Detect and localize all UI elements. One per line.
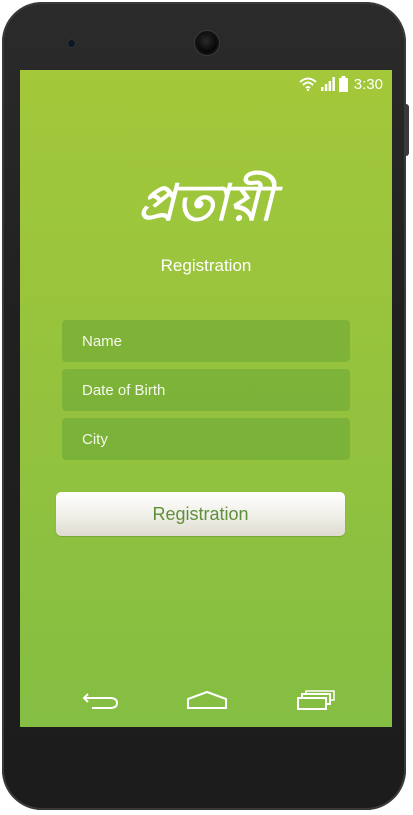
back-icon[interactable]: [80, 688, 122, 717]
city-field-container: [62, 418, 350, 460]
date-of-birth-field[interactable]: [82, 369, 350, 411]
app-screen: 3:30 প্রতায়ী Registration Registration: [20, 70, 392, 727]
registration-button[interactable]: Registration: [56, 492, 345, 536]
city-field[interactable]: [82, 418, 350, 460]
front-camera: [197, 33, 217, 53]
recents-icon[interactable]: [295, 688, 337, 717]
logo-text: প্রতায়ী: [137, 173, 275, 232]
status-time: 3:30: [353, 75, 383, 93]
side-power-button: [404, 104, 409, 156]
home-icon[interactable]: [185, 688, 229, 717]
status-bar: 3:30: [299, 73, 383, 95]
app-logo: প্রতায়ী: [20, 166, 392, 249]
battery-icon: [338, 76, 348, 92]
signal-icon: [320, 77, 335, 91]
name-field-container: [62, 320, 350, 362]
page-title: Registration: [160, 256, 252, 275]
dob-field-container: [62, 369, 350, 411]
name-field[interactable]: [82, 320, 350, 362]
navigation-bar: [20, 688, 392, 724]
phone-frame: 3:30 প্রতায়ী Registration Registration: [2, 2, 406, 810]
wifi-icon: [299, 77, 317, 91]
front-sensor: [68, 40, 75, 47]
